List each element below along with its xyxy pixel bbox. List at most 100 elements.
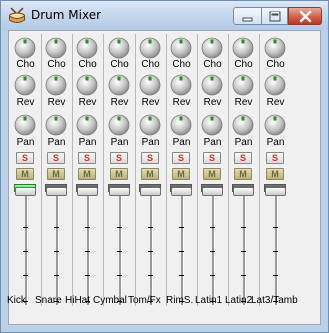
reverb-knob[interactable] (264, 74, 286, 96)
reverb-knob[interactable] (108, 74, 130, 96)
fader-tick (179, 251, 184, 252)
fader-track[interactable] (275, 195, 278, 305)
fader-tick (273, 227, 278, 228)
pan-knob[interactable] (76, 114, 98, 136)
reverb-knob[interactable] (232, 74, 254, 96)
fader-track[interactable] (25, 195, 28, 305)
channel-name: Latin1 (195, 295, 223, 306)
channel-strip: Cho Rev Pan S M (167, 34, 196, 310)
fader-tick (117, 227, 122, 228)
solo-button[interactable]: S (110, 152, 128, 164)
fader-tick (54, 227, 59, 228)
mute-button[interactable]: M (172, 168, 190, 180)
chorus-knob[interactable] (232, 37, 254, 59)
channel-strip: Cho Rev Pan S M (42, 34, 71, 310)
fader-track[interactable] (212, 195, 215, 305)
pan-knob[interactable] (201, 114, 223, 136)
pan-knob[interactable] (232, 114, 254, 136)
fader-handle[interactable] (233, 187, 254, 196)
fader-tick (117, 251, 122, 252)
title-bar[interactable]: Drum Mixer (1, 1, 328, 30)
fader-tick (85, 275, 90, 276)
pan-knob[interactable] (170, 114, 192, 136)
chorus-knob[interactable] (139, 37, 161, 59)
chorus-knob[interactable] (76, 37, 98, 59)
mute-button[interactable]: M (47, 168, 65, 180)
solo-button[interactable]: S (141, 152, 159, 164)
fader-handle[interactable] (15, 187, 36, 196)
chorus-knob[interactable] (170, 37, 192, 59)
minimize-button[interactable] (233, 7, 261, 25)
minimize-icon (242, 17, 253, 22)
fader-tick (241, 251, 246, 252)
fader-handle[interactable] (171, 187, 192, 196)
fader-tick (148, 251, 153, 252)
channel-name: HiHat (65, 295, 91, 306)
pan-knob[interactable] (108, 114, 130, 136)
mute-button[interactable]: M (234, 168, 252, 180)
reverb-label: Rev (266, 97, 285, 108)
solo-button[interactable]: S (266, 152, 284, 164)
fader-handle[interactable] (46, 187, 67, 196)
pan-label: Pan (203, 137, 222, 148)
mute-button[interactable]: M (141, 168, 159, 180)
mute-button[interactable]: M (110, 168, 128, 180)
fader-tick (241, 227, 246, 228)
fader-handle[interactable] (140, 187, 161, 196)
chorus-knob[interactable] (45, 37, 67, 59)
fader-handle[interactable] (77, 187, 98, 196)
mute-button[interactable]: M (16, 168, 34, 180)
fader-track[interactable] (119, 195, 122, 305)
solo-button[interactable]: S (172, 152, 190, 164)
reverb-label: Rev (234, 97, 253, 108)
fader-tick (179, 275, 184, 276)
pan-knob[interactable] (139, 114, 161, 136)
reverb-label: Rev (78, 97, 97, 108)
reverb-knob[interactable] (139, 74, 161, 96)
solo-button[interactable]: S (203, 152, 221, 164)
fader-tick (85, 227, 90, 228)
chorus-knob[interactable] (264, 37, 286, 59)
fader-handle[interactable] (265, 187, 286, 196)
chorus-label: Cho (203, 59, 222, 70)
pan-knob[interactable] (14, 114, 36, 136)
fader-tick (179, 227, 184, 228)
channel-strip: Cho Rev Pan S M (198, 34, 227, 310)
maximize-button[interactable] (261, 7, 288, 25)
fader-tick (54, 251, 59, 252)
fader-track[interactable] (243, 195, 246, 305)
fader-tick (23, 251, 28, 252)
mute-button[interactable]: M (203, 168, 221, 180)
pan-knob[interactable] (45, 114, 67, 136)
reverb-knob[interactable] (201, 74, 223, 96)
fader-handle[interactable] (202, 187, 223, 196)
chorus-label: Cho (47, 59, 66, 70)
fader-track[interactable] (181, 195, 184, 305)
channel-strip: Cho Rev Pan S M (73, 34, 102, 310)
reverb-knob[interactable] (45, 74, 67, 96)
chorus-knob[interactable] (201, 37, 223, 59)
fader-track[interactable] (56, 195, 59, 305)
reverb-knob[interactable] (14, 74, 36, 96)
reverb-label: Rev (110, 97, 129, 108)
mixer-panel: Cho Rev Pan S M Kick Cho Rev Pan S M Snare Cho Rev Pan… (7, 30, 321, 325)
close-button[interactable] (288, 7, 322, 25)
channel-strip: Cho Rev Pan S M (136, 34, 165, 310)
reverb-label: Rev (16, 97, 35, 108)
fader-tick (148, 275, 153, 276)
chorus-knob[interactable] (108, 37, 130, 59)
solo-button[interactable]: S (47, 152, 65, 164)
chorus-knob[interactable] (14, 37, 36, 59)
fader-track[interactable] (87, 195, 90, 305)
solo-button[interactable]: S (234, 152, 252, 164)
solo-button[interactable]: S (78, 152, 96, 164)
fader-handle[interactable] (109, 187, 130, 196)
solo-button[interactable]: S (16, 152, 34, 164)
reverb-knob[interactable] (170, 74, 192, 96)
fader-track[interactable] (150, 195, 153, 305)
pan-knob[interactable] (264, 114, 286, 136)
mute-button[interactable]: M (78, 168, 96, 180)
pan-label: Pan (234, 137, 253, 148)
mute-button[interactable]: M (266, 168, 284, 180)
reverb-knob[interactable] (76, 74, 98, 96)
